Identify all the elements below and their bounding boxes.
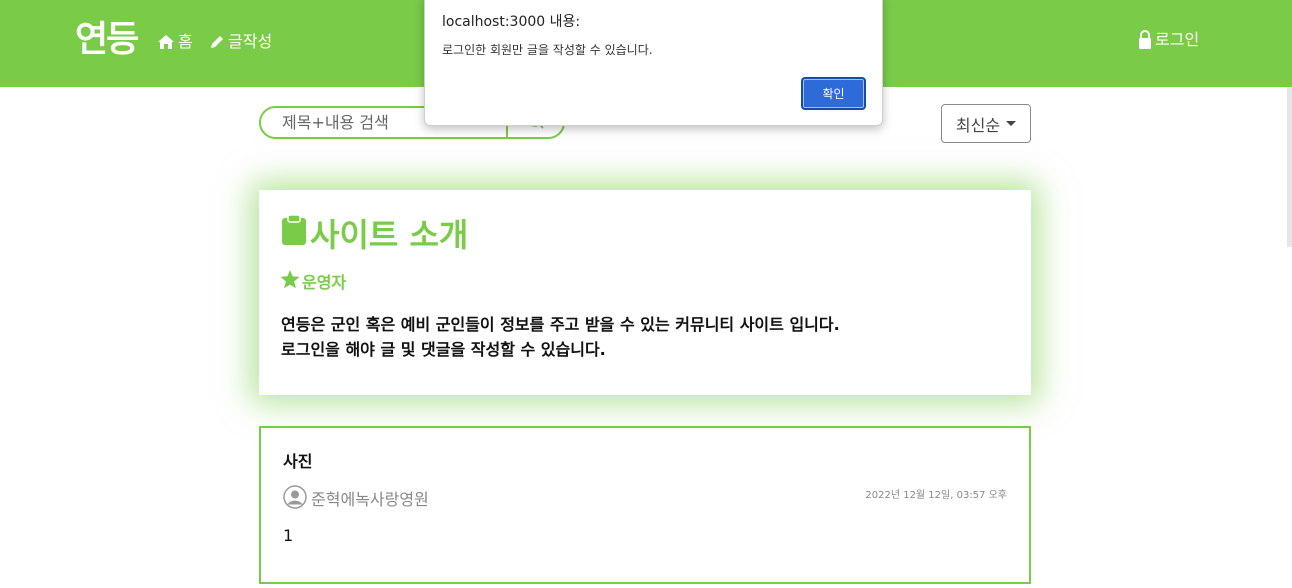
lock-icon xyxy=(1138,30,1152,50)
intro-card: 사이트 소개 운영자 연등은 군인 혹은 예비 군인들이 정보를 주고 받을 수… xyxy=(259,190,1031,395)
post-body: 1 xyxy=(283,526,294,545)
sort-dropdown[interactable]: 최신순 xyxy=(941,104,1031,143)
home-icon xyxy=(157,34,175,50)
pencil-icon xyxy=(209,34,225,50)
intro-line-1: 연등은 군인 혹은 예비 군인들이 정보를 주고 받을 수 있는 커뮤니티 사이… xyxy=(281,315,840,334)
scrollbar[interactable] xyxy=(1287,87,1292,247)
nav-write-label: 글작성 xyxy=(228,32,273,51)
post-title: 사진 xyxy=(283,452,313,471)
post-author-name: 준혁에녹사랑영원 xyxy=(311,490,429,509)
nav-home-label: 홈 xyxy=(178,32,193,51)
intro-author: 운영자 xyxy=(280,270,346,295)
sort-selected-label: 최신순 xyxy=(955,115,1001,135)
user-avatar-icon xyxy=(283,485,307,515)
site-logo[interactable]: 연등 xyxy=(75,18,139,62)
intro-title: 사이트 소개 xyxy=(281,214,468,255)
intro-title-text: 사이트 소개 xyxy=(310,215,469,254)
alert-origin: localhost:3000 내용: xyxy=(442,14,581,30)
nav-write-link[interactable]: 글작성 xyxy=(209,31,272,53)
post-date: 2022년 12월 12일, 03:57 오후 xyxy=(865,490,1007,501)
post-card[interactable]: 사진 준혁에녹사랑영원 2022년 12월 12일, 03:57 오후 1 xyxy=(259,426,1031,584)
alert-ok-button[interactable]: 확인 xyxy=(801,77,866,110)
nav-login-link[interactable]: 로그인 xyxy=(1138,29,1199,51)
alert-dialog: localhost:3000 내용: 로그인한 회원만 글을 작성할 수 있습니… xyxy=(424,0,883,126)
nav-login-label: 로그인 xyxy=(1155,30,1200,49)
clipboard-icon xyxy=(281,214,307,255)
nav-home-link[interactable]: 홈 xyxy=(157,31,193,53)
caret-down-icon xyxy=(1006,121,1017,126)
intro-line-2: 로그인을 해야 글 및 댓글을 작성할 수 있습니다. xyxy=(281,340,606,359)
intro-description: 연등은 군인 혹은 예비 군인들이 정보를 주고 받을 수 있는 커뮤니티 사이… xyxy=(281,312,840,362)
alert-message: 로그인한 회원만 글을 작성할 수 있습니다. xyxy=(442,43,653,57)
intro-author-label: 운영자 xyxy=(302,272,347,292)
post-author: 준혁에녹사랑영원 xyxy=(283,485,429,515)
star-icon xyxy=(280,270,300,295)
